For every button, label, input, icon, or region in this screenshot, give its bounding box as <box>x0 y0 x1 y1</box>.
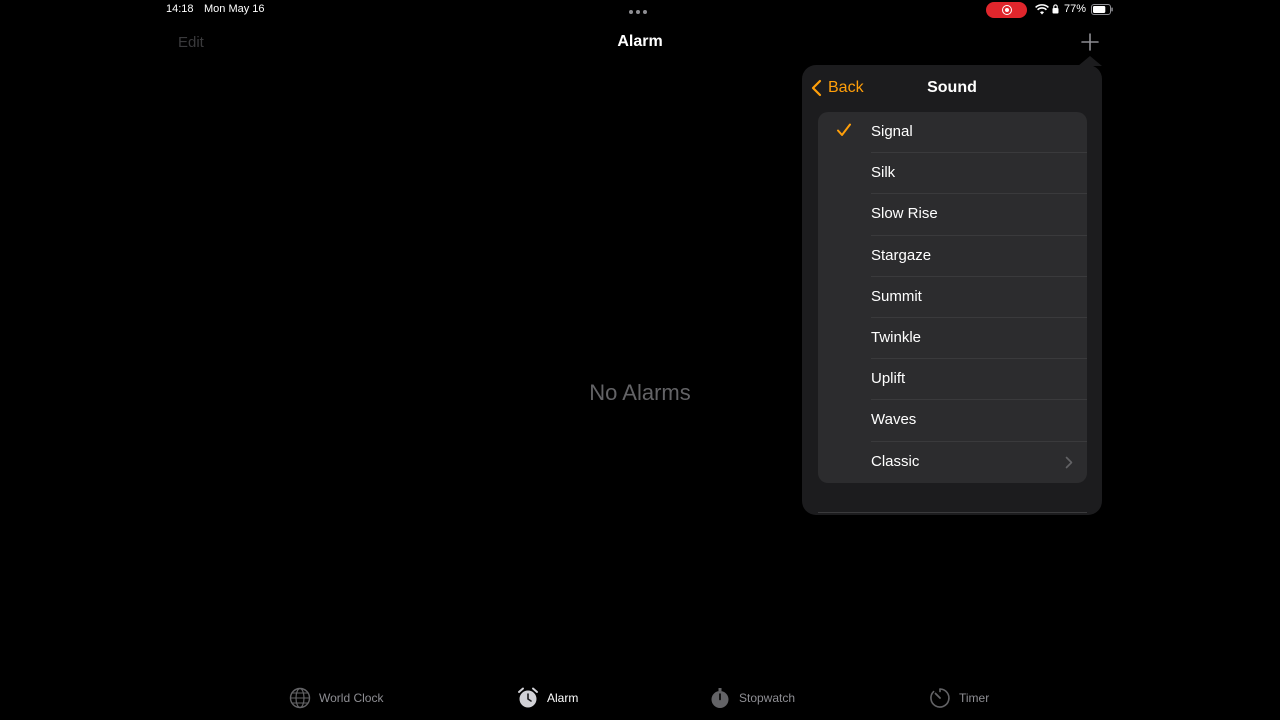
popover-title: Sound <box>927 79 977 96</box>
sound-option-label: Waves <box>871 411 917 429</box>
sound-option-summit[interactable]: Summit <box>818 277 1087 318</box>
timer-icon <box>930 688 950 708</box>
sound-option-label: Slow Rise <box>871 205 938 223</box>
status-date: Mon May 16 <box>204 3 265 15</box>
alarm-clock-icon <box>518 687 538 708</box>
sound-option-label: Silk <box>871 164 896 182</box>
sound-option-label: Twinkle <box>871 328 922 346</box>
globe-icon <box>289 687 311 709</box>
sound-option-label: Classic <box>871 452 920 470</box>
sound-option-silk[interactable]: Silk <box>818 153 1087 195</box>
tab-stopwatch[interactable]: Stopwatch <box>709 686 795 710</box>
sound-option-label: Uplift <box>871 370 906 388</box>
sound-option-signal[interactable]: Signal <box>818 112 1087 154</box>
stopwatch-icon <box>711 688 729 708</box>
chevron-right-icon <box>1065 456 1073 468</box>
wifi-icon <box>1035 4 1049 15</box>
tab-label: Alarm <box>547 691 579 705</box>
tab-label: World Clock <box>319 691 384 705</box>
tab-timer[interactable]: Timer <box>929 686 989 710</box>
popover-header: Back Sound <box>802 65 1102 111</box>
sound-option-label: Stargaze <box>871 246 932 264</box>
sound-option-uplift[interactable]: Uplift <box>818 359 1087 401</box>
screen-recording-icon[interactable] <box>986 2 1027 18</box>
status-time: 14:18 <box>166 3 194 15</box>
clock-app: 14:18 Mon May 16 77% Edit Alarm No Alarm… <box>0 0 1280 720</box>
sound-category-classic[interactable]: Classic <box>818 442 1087 483</box>
sound-option-label: Signal <box>871 123 913 140</box>
status-bar: 14:18 Mon May 16 77% <box>0 0 1280 20</box>
sound-option-label: Summit <box>871 287 922 305</box>
sound-option-stargaze[interactable]: Stargaze <box>818 236 1087 277</box>
tab-bar: World Clock Alarm Stopwatch Timer <box>0 680 1280 720</box>
sound-option-slow-rise[interactable]: Slow Rise <box>818 194 1087 236</box>
popover-divider <box>818 512 1087 513</box>
battery-icon <box>1091 4 1113 15</box>
sound-option-waves[interactable]: Waves <box>818 400 1087 442</box>
add-alarm-plus-icon[interactable] <box>1080 32 1100 52</box>
battery-percentage: 77% <box>1064 3 1087 15</box>
sound-list: Signal Silk Slow Rise Stargaze Summit Tw… <box>818 112 1087 483</box>
sound-option-twinkle[interactable]: Twinkle <box>818 318 1087 360</box>
orientation-lock-icon <box>1052 4 1059 14</box>
sound-popover: Back Sound Signal Silk Slow Rise Stargaz… <box>802 65 1102 515</box>
checkmark-icon <box>837 123 851 136</box>
tab-label: Timer <box>959 691 990 705</box>
tab-alarm[interactable]: Alarm <box>517 686 578 710</box>
tab-label: Stopwatch <box>739 691 796 705</box>
tab-world-clock[interactable]: World Clock <box>289 686 383 710</box>
multitasking-dots-icon[interactable] <box>629 10 647 14</box>
